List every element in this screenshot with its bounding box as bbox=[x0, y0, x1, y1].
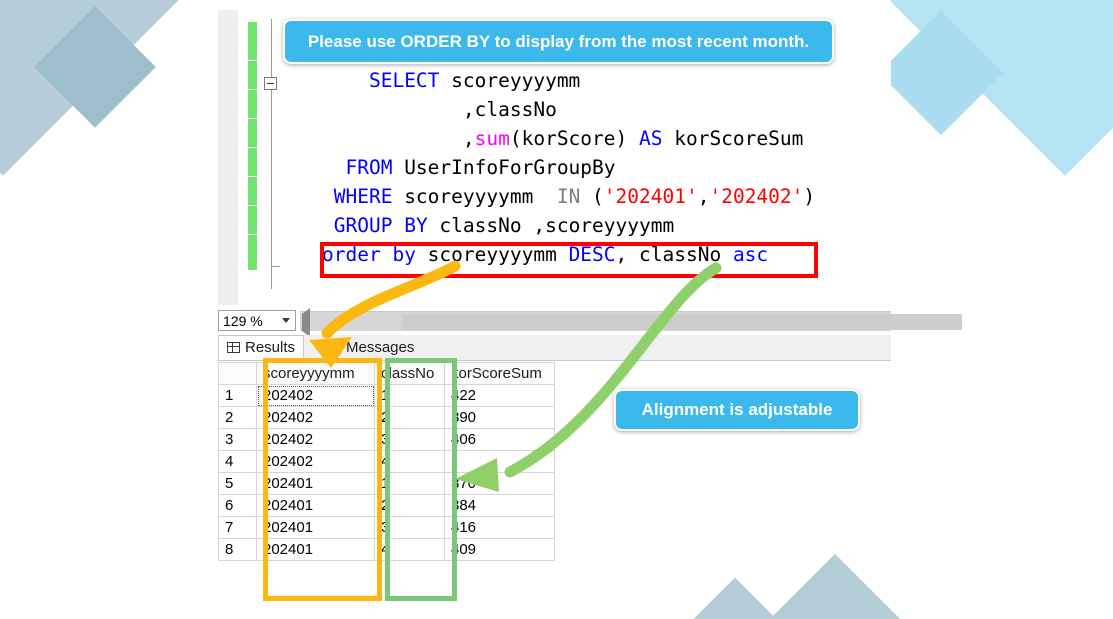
code-token: '202402' bbox=[709, 185, 804, 208]
korscoresum-cell[interactable]: 416 bbox=[444, 516, 555, 539]
code-token: GROUP bbox=[333, 214, 393, 237]
code-token: AS bbox=[639, 127, 663, 150]
editor-status-row: 129 % bbox=[218, 308, 962, 337]
grid-icon bbox=[227, 342, 240, 353]
row-number-cell[interactable]: 8 bbox=[218, 538, 257, 561]
zoom-level-dropdown[interactable]: 129 % bbox=[218, 310, 296, 331]
code-token: ) bbox=[803, 185, 816, 208]
code-line: GROUP BY classNo ,scoreyyyymm bbox=[322, 211, 815, 240]
scoreyyyymm-column-highlight bbox=[263, 358, 382, 601]
code-token: scoreyyyymm bbox=[392, 185, 557, 208]
code-token: (korScore) bbox=[509, 127, 639, 150]
code-token: IN bbox=[556, 185, 581, 208]
code-token: , bbox=[322, 127, 475, 150]
code-token: FROM bbox=[345, 156, 393, 179]
code-line: ,classNo bbox=[322, 95, 815, 124]
tab-results[interactable]: Results bbox=[218, 335, 305, 360]
decorative-diamond-bottom-right-small bbox=[685, 577, 785, 619]
decorative-diamond-top-left-large bbox=[0, 0, 180, 176]
message-icon bbox=[330, 341, 341, 354]
code-token: , bbox=[322, 98, 475, 121]
korscoresum-cell[interactable]: 370 bbox=[444, 472, 555, 495]
code-token: scoreyyyymm bbox=[439, 69, 581, 92]
change-bar-gap bbox=[248, 176, 257, 177]
code-region-end-tick bbox=[271, 266, 280, 267]
code-token: BY bbox=[404, 214, 428, 237]
code-line: WHERE scoreyyyymm IN ('202401','202402') bbox=[322, 182, 815, 211]
code-token: '202401' bbox=[603, 185, 698, 208]
change-bar-gap bbox=[248, 147, 257, 148]
code-token: classNo ,scoreyyyymm bbox=[427, 214, 675, 237]
callout-order-by-hint: Please use ORDER BY to display from the … bbox=[283, 19, 834, 64]
code-token: classNo bbox=[474, 98, 557, 121]
code-token: ( bbox=[580, 185, 604, 208]
tab-results-label: Results bbox=[245, 339, 296, 356]
change-bar-gap bbox=[248, 89, 257, 90]
collapse-region-button[interactable] bbox=[264, 77, 277, 90]
code-token: UserInfoForGroupBy bbox=[392, 156, 616, 179]
horizontal-scrollbar-thumb[interactable] bbox=[402, 314, 962, 330]
code-token: , bbox=[697, 185, 710, 208]
row-number-cell[interactable]: 2 bbox=[218, 406, 257, 429]
order-by-highlight-box bbox=[320, 242, 818, 278]
code-token: WHERE bbox=[333, 185, 393, 208]
row-number-cell[interactable]: 7 bbox=[218, 516, 257, 539]
korscoresum-cell[interactable]: 390 bbox=[444, 406, 555, 429]
korscoresum-cell[interactable]: 422 bbox=[444, 384, 555, 407]
sql-code-text[interactable]: SELECT scoreyyyymm ,classNo ,sum(korScor… bbox=[322, 66, 815, 269]
row-number-cell[interactable]: 1 bbox=[218, 384, 257, 407]
callout-alignment-hint: Alignment is adjustable bbox=[614, 389, 860, 431]
decorative-diamond-bottom-right-large bbox=[728, 553, 942, 619]
row-number-cell[interactable]: 3 bbox=[218, 428, 257, 451]
change-bar-gap bbox=[248, 60, 257, 61]
korscoresum-cell[interactable]: 384 bbox=[444, 494, 555, 517]
scroll-left-arrow-icon[interactable] bbox=[302, 308, 310, 337]
row-number-cell[interactable]: 5 bbox=[218, 472, 257, 495]
decorative-diamond-top-right-large bbox=[874, 0, 1113, 176]
decorative-diamond-top-right-small bbox=[878, 10, 1004, 136]
minus-icon bbox=[267, 83, 274, 84]
code-line: ,sum(korScore) AS korScoreSum bbox=[322, 124, 815, 153]
editor-gutter bbox=[218, 10, 238, 305]
chevron-down-icon[interactable] bbox=[277, 312, 294, 329]
code-region-line bbox=[271, 19, 272, 289]
horizontal-scrollbar[interactable] bbox=[300, 311, 962, 331]
tab-messages-label: Messages bbox=[346, 339, 415, 356]
zoom-level-value: 129 % bbox=[223, 312, 263, 329]
decorative-diamond-top-left-small bbox=[34, 6, 156, 128]
row-number-cell[interactable]: 6 bbox=[218, 494, 257, 517]
code-token: sum bbox=[474, 127, 510, 150]
change-bar-gap bbox=[248, 118, 257, 119]
code-token: SELECT bbox=[368, 69, 440, 92]
row-number-cell[interactable]: 4 bbox=[218, 450, 257, 473]
change-bar-gap bbox=[248, 205, 257, 206]
classno-column-highlight bbox=[385, 358, 457, 601]
change-bar-gap bbox=[248, 234, 257, 235]
code-token: korScoreSum bbox=[662, 127, 804, 150]
korscoresum-cell[interactable]: 406 bbox=[444, 428, 555, 451]
code-line: FROM UserInfoForGroupBy bbox=[322, 153, 815, 182]
column-header-korscoresum[interactable]: korScoreSum bbox=[444, 362, 555, 385]
code-line: SELECT scoreyyyymm bbox=[322, 66, 815, 95]
row-number-header bbox=[218, 362, 257, 385]
tab-messages[interactable]: Messages bbox=[322, 335, 423, 360]
korscoresum-cell[interactable]: 409 bbox=[444, 538, 555, 561]
korscoresum-cell[interactable]: 433 bbox=[444, 450, 555, 473]
screenshot-root: SELECT scoreyyyymm ,classNo ,sum(korScor… bbox=[0, 0, 1113, 619]
